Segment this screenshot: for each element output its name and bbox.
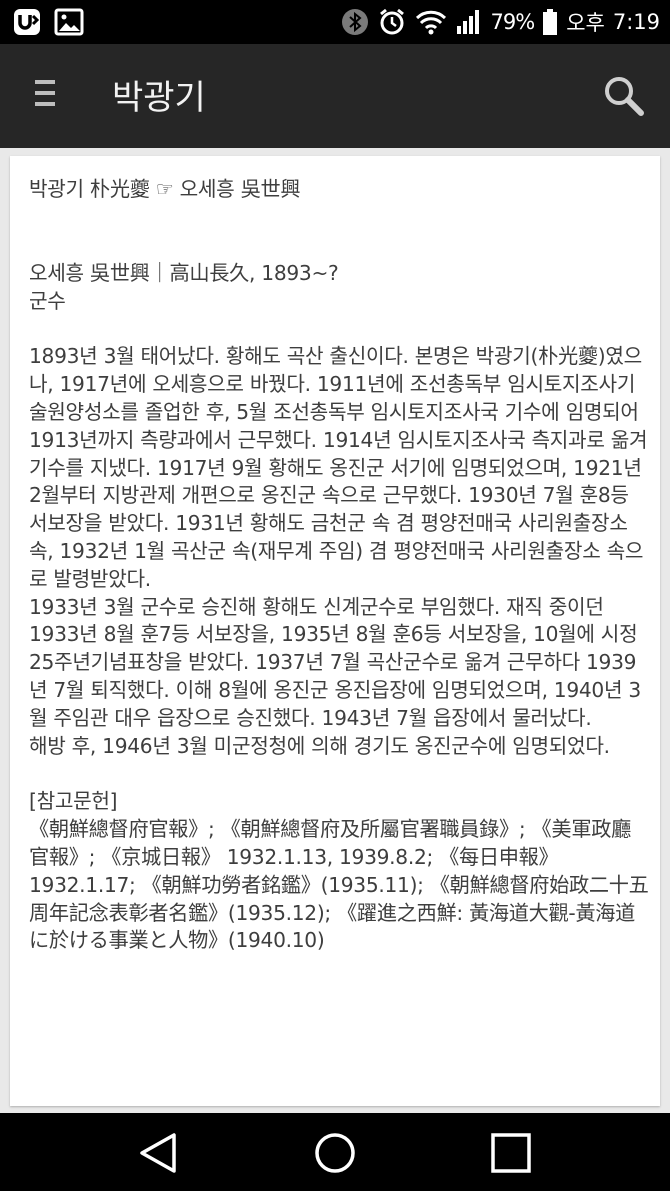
search-icon[interactable]: [602, 74, 646, 118]
clock-period: 오후: [566, 11, 605, 35]
bluetooth-icon: [341, 9, 368, 35]
wifi-icon: [415, 10, 446, 35]
signal-icon: [456, 10, 479, 34]
entry-role: 군수: [29, 288, 66, 313]
menu-button[interactable]: [30, 80, 60, 114]
references-title: [참고문헌]: [29, 789, 118, 814]
battery-percent: 79%: [490, 10, 536, 34]
clock-time: 7:19: [612, 10, 660, 34]
battery-icon: [543, 9, 558, 35]
notification-icons: [12, 7, 84, 37]
entry-heading: 오세흥 吳世興｜高山長久, 1893~?: [29, 260, 339, 285]
article-body: 박광기 朴光夔 ☞ 오세흥 吳世興 오세흥 吳世興｜高山長久, 1893~? 군…: [29, 176, 649, 955]
redirect-line: 박광기 朴光夔 ☞ 오세흥 吳世興: [29, 177, 301, 201]
navigation-bar: [0, 1113, 670, 1191]
menu-icon: [35, 80, 55, 84]
references-text: 《朝鮮總督府官報》; 《朝鮮總督府及所屬官署職員錄》; 《美軍政廳官報》; 《京…: [29, 817, 649, 953]
biography-text: 1893년 3월 태어났다. 황해도 곡산 출신이다. 본명은 박광기(朴光夔)…: [29, 344, 648, 758]
back-icon[interactable]: [136, 1130, 182, 1176]
home-icon[interactable]: [312, 1130, 358, 1176]
system-status: 79% 오후 7:19: [341, 0, 660, 44]
article-card: 박광기 朴光夔 ☞ 오세흥 吳世興 오세흥 吳世興｜高山長久, 1893~? 군…: [10, 156, 660, 1106]
page-title: 박광기: [112, 78, 206, 118]
alarm-icon: [379, 8, 404, 35]
image-icon: [54, 8, 84, 36]
recent-apps-icon[interactable]: [488, 1130, 534, 1176]
status-bar: 79% 오후 7:19: [0, 0, 670, 44]
app-notification-icon: [14, 9, 40, 35]
app-bar: 박광기: [0, 44, 670, 148]
